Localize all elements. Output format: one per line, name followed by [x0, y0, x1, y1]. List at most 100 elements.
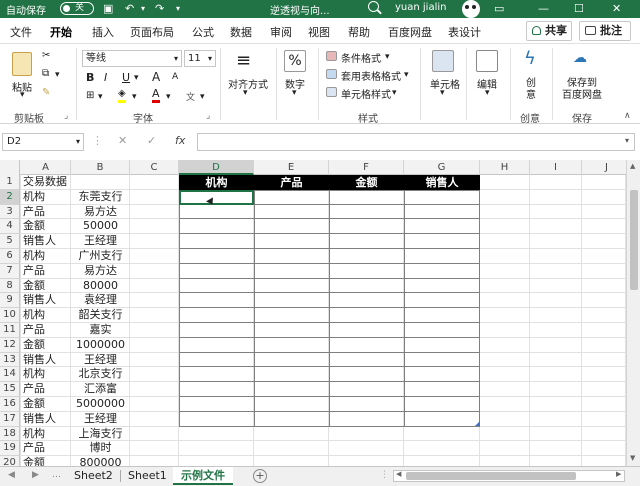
autosave-toggle[interactable]: 关 — [60, 2, 94, 15]
cell-b[interactable]: 上海支行 — [71, 427, 130, 441]
copy-icon[interactable]: ⧉ — [42, 68, 49, 79]
clipboard-launcher-icon[interactable]: ⌟ — [64, 111, 68, 121]
cell-a[interactable]: 交易数据 — [21, 175, 71, 189]
name-box[interactable]: D2 ▾ — [2, 133, 84, 151]
tab-data[interactable]: 数据 — [230, 24, 252, 40]
cell-b[interactable]: 韶关支行 — [71, 308, 130, 322]
font-name-select[interactable]: 等线 ▾ — [82, 50, 182, 67]
column-header-a[interactable]: A — [21, 160, 71, 175]
cell-b[interactable]: 王经理 — [71, 234, 130, 248]
select-all-corner[interactable] — [0, 160, 20, 175]
table-header-cell[interactable]: 产品 — [254, 175, 329, 190]
cell-b[interactable]: 北京支行 — [71, 367, 130, 381]
cell-a[interactable]: 销售人 — [21, 234, 71, 248]
column-header-f[interactable]: F — [329, 160, 404, 175]
scroll-right-icon[interactable]: ▶ — [616, 470, 621, 478]
row-header[interactable]: 6 — [0, 249, 20, 264]
cell-a[interactable]: 机构 — [21, 367, 71, 381]
row-header[interactable]: 10 — [0, 308, 20, 323]
tab-baidu[interactable]: 百度网盘 — [388, 24, 432, 40]
font-color-dropdown-icon[interactable]: ▾ — [166, 92, 171, 102]
cell-b[interactable]: 嘉实 — [71, 323, 130, 337]
column-header-d[interactable]: D — [179, 160, 254, 175]
expand-formula-icon[interactable]: ▾ — [625, 136, 629, 145]
cell-b[interactable]: 东莞支行 — [71, 190, 130, 204]
create-button-line2[interactable]: 意 — [526, 86, 536, 101]
ribbon-display-icon[interactable]: ▭ — [494, 1, 504, 17]
underline-dropdown-icon[interactable]: ▾ — [134, 73, 139, 83]
row-header[interactable]: 19 — [0, 441, 20, 457]
baidu-save-line2[interactable]: 百度网盘 — [562, 86, 602, 101]
row-header[interactable]: 3 — [0, 204, 20, 220]
row-header[interactable]: 1 — [0, 175, 20, 190]
cell-a[interactable]: 机构 — [21, 308, 71, 322]
underline-button[interactable]: U — [122, 71, 130, 84]
insert-function-icon[interactable]: fx — [175, 134, 185, 147]
row-header[interactable]: 4 — [0, 219, 20, 235]
column-header-g[interactable]: G — [404, 160, 480, 175]
cell-a[interactable]: 产品 — [21, 441, 71, 455]
next-sheet-icon[interactable]: ▶ — [32, 470, 39, 480]
sheet-tab-example[interactable]: 示例文件 — [173, 467, 233, 485]
row-header[interactable]: 9 — [0, 293, 20, 309]
italic-button[interactable]: I — [104, 71, 107, 84]
alignment-icon[interactable]: ≡ — [236, 50, 251, 71]
tab-review[interactable]: 审阅 — [270, 24, 292, 40]
conditional-format-button[interactable]: 条件格式 — [341, 50, 381, 65]
fill-color-icon[interactable]: ◈ — [118, 88, 126, 103]
scroll-down-icon[interactable]: ▼ — [630, 454, 635, 462]
enter-icon[interactable]: ✓ — [147, 134, 156, 147]
save-icon[interactable]: ▣ — [103, 1, 113, 17]
cell-a[interactable]: 金额 — [21, 456, 71, 466]
cancel-icon[interactable]: ✕ — [118, 134, 127, 147]
border-icon[interactable]: ⊞ — [86, 90, 94, 101]
cell-b[interactable]: 汇添富 — [71, 382, 130, 396]
phonetic-icon[interactable]: 文 — [186, 90, 195, 103]
share-button[interactable]: 共享 — [526, 21, 572, 41]
cell-a[interactable]: 机构 — [21, 249, 71, 263]
more-sheets-icon[interactable]: … — [52, 470, 61, 480]
horizontal-scrollbar[interactable]: ◀ ▶ — [393, 470, 625, 482]
row-header[interactable]: 16 — [0, 397, 20, 412]
cell-b[interactable]: 王经理 — [71, 412, 130, 426]
cell-a[interactable]: 金额 — [21, 219, 71, 233]
number-dropdown-icon[interactable]: ▾ — [292, 88, 297, 98]
phonetic-dropdown-icon[interactable]: ▾ — [200, 92, 205, 102]
cell-a[interactable]: 销售人 — [21, 353, 71, 367]
paste-dropdown-icon[interactable]: ▾ — [20, 90, 25, 100]
cell-b[interactable]: 王经理 — [71, 353, 130, 367]
vertical-scrollbar[interactable]: ▲ ▼ — [626, 160, 640, 466]
paste-icon[interactable] — [12, 52, 32, 76]
cell-a[interactable]: 销售人 — [21, 412, 71, 426]
grow-font-button[interactable]: A — [152, 70, 160, 84]
avatar[interactable] — [462, 0, 480, 18]
row-header[interactable]: 7 — [0, 263, 20, 279]
tab-help[interactable]: 帮助 — [348, 24, 370, 40]
column-header-i[interactable]: I — [530, 160, 582, 175]
tab-insert[interactable]: 插入 — [92, 24, 114, 40]
cell-a[interactable]: 机构 — [21, 427, 71, 441]
table-header-cell[interactable]: 销售人 — [404, 175, 480, 190]
row-header[interactable]: 15 — [0, 382, 20, 397]
prev-sheet-icon[interactable]: ◀ — [8, 470, 15, 480]
cell-b[interactable]: 1000000 — [71, 338, 130, 352]
close-icon[interactable]: ✕ — [612, 1, 621, 17]
copy-dropdown-icon[interactable]: ▾ — [55, 70, 60, 80]
row-header[interactable]: 17 — [0, 411, 20, 427]
cell-a[interactable]: 产品 — [21, 205, 71, 219]
cell-a[interactable]: 金额 — [21, 397, 71, 411]
tab-table-design[interactable]: 表设计 — [448, 24, 481, 40]
spreadsheet-grid[interactable]: A B C D E F G H I J 1 交易数据 2 机构 东莞支行 3 产品 易方达 4 金… — [0, 160, 640, 466]
percent-icon[interactable]: % — [284, 50, 306, 72]
user-name[interactable]: yuan jialin — [395, 2, 446, 13]
row-header[interactable]: 8 — [0, 278, 20, 294]
fill-color-dropdown-icon[interactable]: ▾ — [132, 92, 137, 102]
customize-quick-access-icon[interactable]: ▾ — [176, 1, 180, 17]
cell-b[interactable]: 易方达 — [71, 205, 130, 219]
cut-icon[interactable]: ✂ — [42, 50, 50, 61]
cell-b[interactable]: 800000 — [71, 456, 130, 466]
row-header[interactable]: 2 — [0, 189, 20, 205]
format-painter-icon[interactable]: ✎ — [42, 87, 50, 98]
cell-a[interactable]: 产品 — [21, 382, 71, 396]
alignment-button[interactable]: 对齐方式 — [228, 76, 268, 91]
